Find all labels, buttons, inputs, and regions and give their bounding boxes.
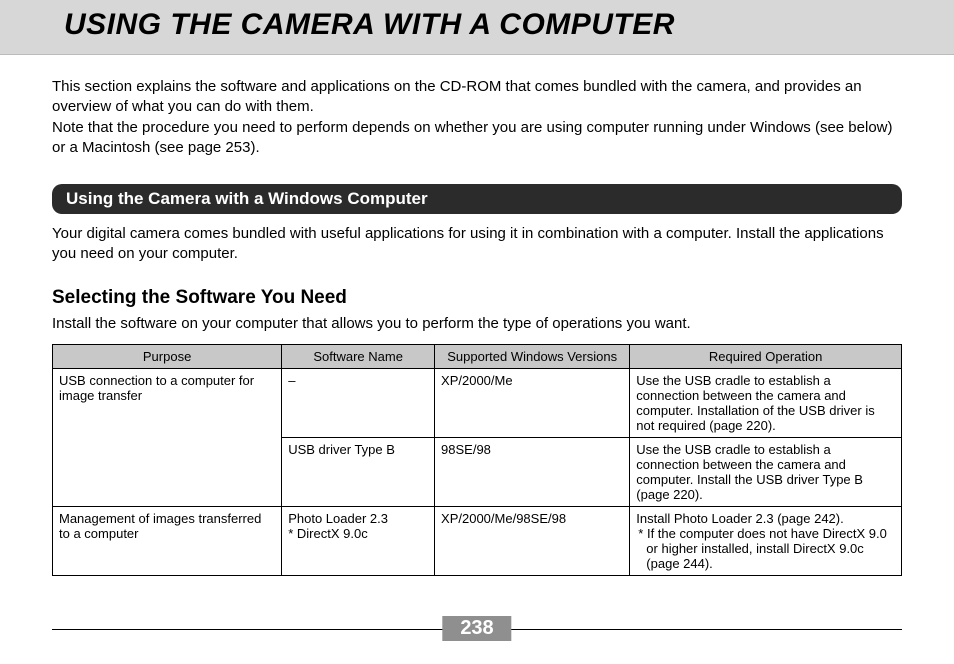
operation-note: * If the computer does not have DirectX … <box>636 526 895 571</box>
sub-lead-text: Install the software on your computer th… <box>52 315 902 332</box>
table-row: Management of images transferred to a co… <box>53 506 902 575</box>
footer-rule-left <box>52 629 452 630</box>
page-title-band: USING THE CAMERA WITH A COMPUTER <box>0 0 954 55</box>
section-heading-bar: Using the Camera with a Windows Computer <box>52 184 902 214</box>
software-line: * DirectX 9.0c <box>288 526 367 541</box>
cell-versions: 98SE/98 <box>435 437 630 506</box>
cell-operation: Use the USB cradle to establish a connec… <box>630 368 902 437</box>
th-purpose: Purpose <box>53 344 282 368</box>
cell-software: USB driver Type B <box>282 437 435 506</box>
cell-software: Photo Loader 2.3 * DirectX 9.0c <box>282 506 435 575</box>
page-number: 238 <box>442 616 511 641</box>
manual-page: USING THE CAMERA WITH A COMPUTER This se… <box>0 0 954 664</box>
page-title: USING THE CAMERA WITH A COMPUTER <box>52 2 902 48</box>
page-footer: 238 <box>52 616 902 644</box>
software-line: Photo Loader 2.3 <box>288 511 388 526</box>
cell-versions: XP/2000/Me/98SE/98 <box>435 506 630 575</box>
table-header-row: Purpose Software Name Supported Windows … <box>53 344 902 368</box>
sub-heading: Selecting the Software You Need <box>52 287 902 309</box>
cell-software: – <box>282 368 435 437</box>
operation-line: Install Photo Loader 2.3 (page 242). <box>636 511 843 526</box>
cell-purpose: USB connection to a computer for image t… <box>53 368 282 506</box>
th-operation: Required Operation <box>630 344 902 368</box>
table-row: USB connection to a computer for image t… <box>53 368 902 437</box>
cell-versions: XP/2000/Me <box>435 368 630 437</box>
software-table: Purpose Software Name Supported Windows … <box>52 344 902 576</box>
intro-paragraph-1: This section explains the software and a… <box>52 77 902 118</box>
cell-operation: Install Photo Loader 2.3 (page 242). * I… <box>630 506 902 575</box>
cell-operation: Use the USB cradle to establish a connec… <box>630 437 902 506</box>
cell-purpose: Management of images transferred to a co… <box>53 506 282 575</box>
th-software: Software Name <box>282 344 435 368</box>
section-body-text: Your digital camera comes bundled with u… <box>52 224 902 265</box>
footer-rule-right <box>503 629 903 630</box>
intro-paragraph-2: Note that the procedure you need to perf… <box>52 118 902 159</box>
th-versions: Supported Windows Versions <box>435 344 630 368</box>
intro-block: This section explains the software and a… <box>52 77 902 158</box>
